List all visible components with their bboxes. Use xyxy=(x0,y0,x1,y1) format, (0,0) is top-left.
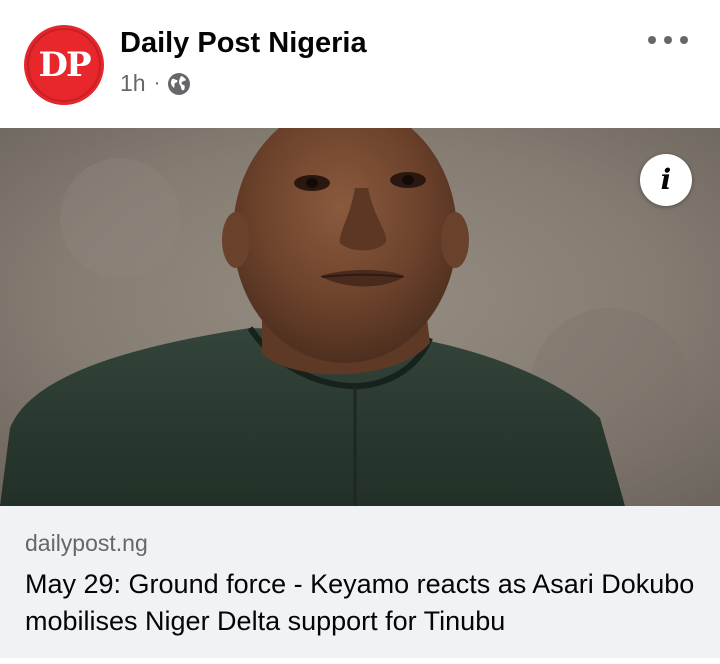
avatar-logo-text: DP xyxy=(38,45,91,85)
post-header: DP Daily Post Nigeria 1h · xyxy=(0,0,720,128)
portrait-photo xyxy=(0,128,720,506)
more-options-button[interactable] xyxy=(648,28,688,52)
info-button[interactable]: i xyxy=(640,154,692,206)
page-name-link[interactable]: Daily Post Nigeria xyxy=(120,27,367,60)
link-preview-card[interactable]: dailypost.ng May 29: Ground force - Keya… xyxy=(0,506,720,658)
post-timestamp[interactable]: 1h xyxy=(120,70,146,97)
link-headline: May 29: Ground force - Keyamo reacts as … xyxy=(25,569,695,636)
link-preview-image[interactable] xyxy=(0,128,720,506)
globe-icon xyxy=(167,72,191,96)
more-dot xyxy=(680,36,688,44)
link-domain: dailypost.ng xyxy=(25,530,148,556)
page-avatar[interactable]: DP xyxy=(24,25,104,105)
more-dot xyxy=(648,36,656,44)
post-bottom-edge xyxy=(0,658,720,664)
avatar-logo: DP xyxy=(27,28,101,102)
info-icon: i xyxy=(660,163,672,196)
feed-post: DP Daily Post Nigeria 1h · i dailypost.n… xyxy=(0,0,720,664)
post-meta: 1h · xyxy=(120,70,191,97)
more-dot xyxy=(664,36,672,44)
meta-separator: · xyxy=(153,72,161,94)
